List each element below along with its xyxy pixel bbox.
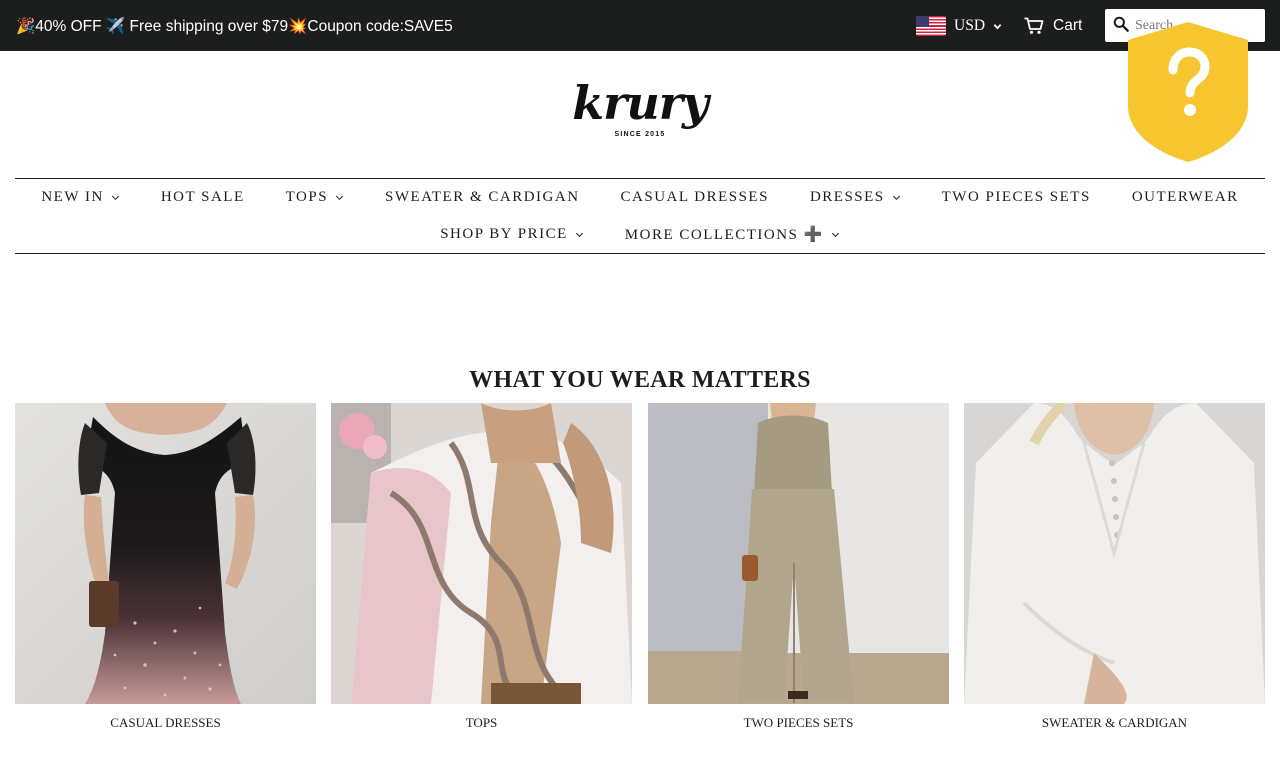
collection-image [964,403,1265,704]
announcement-bar: 🎉40% OFF ✈️ Free shipping over $79💥Coupo… [0,0,1280,51]
collection-label: SWEATER & CARDIGAN [1041,715,1188,730]
nav-item-dresses[interactable]: DRESSES [789,187,921,207]
collection-label: TOPS [465,715,498,730]
chevron-down-icon [993,23,1002,29]
cart-label: Cart [1053,17,1083,34]
currency-label: USD [954,17,986,34]
currency-selector[interactable]: USD [916,14,1002,38]
main-navigation: NEW IN HOT SALE TOPS SWEATER & CARDIGAN … [15,178,1265,254]
nav-item-outerwear[interactable]: OUTERWEAR [1111,187,1259,207]
cart-link[interactable]: Cart [1024,14,1082,38]
featured-collections-title: WHAT YOU WEAR MATTERS [469,367,811,393]
announcement-text: 🎉40% OFF ✈️ Free shipping over $79💥Coupo… [16,18,453,35]
collection-label: CASUAL DRESSES [110,715,221,730]
chevron-down-icon [892,195,900,200]
nav-item-tops[interactable]: TOPS [265,187,364,207]
chevron-down-icon [111,195,119,200]
logo-wordmark: krury [572,76,709,130]
collection-card-two-pieces-sets[interactable]: TWO PIECES SETS [648,403,949,733]
nav-item-hot-sale[interactable]: HOT SALE [140,187,265,207]
nav-item-two-pieces-sets[interactable]: TWO PIECES SETS [921,187,1111,207]
nav-item-shop-by-price[interactable]: SHOP BY PRICE [420,224,605,244]
question-shield-icon[interactable] [1126,20,1250,164]
nav-row-secondary: SHOP BY PRICE MORE COLLECTIONS ➕ [15,224,1265,244]
nav-item-sweater-cardigan[interactable]: SWEATER & CARDIGAN [365,187,601,207]
nav-item-new-in[interactable]: NEW IN [21,187,140,207]
collection-label: TWO PIECES SETS [743,715,854,730]
collection-card-sweater-cardigan[interactable]: SWEATER & CARDIGAN [964,403,1265,733]
collection-card-casual-dresses[interactable]: CASUAL DRESSES [15,403,316,733]
chevron-down-icon [831,232,839,237]
nav-item-casual-dresses[interactable]: CASUAL DRESSES [600,187,789,207]
collection-card-tops[interactable]: TOPS [331,403,632,733]
chevron-down-icon [336,195,344,200]
collection-image [15,403,316,704]
collection-image [331,403,632,704]
nav-item-more-collections[interactable]: MORE COLLECTIONS ➕ [604,224,860,244]
us-flag-icon [916,16,946,36]
site-logo[interactable]: krury SINCE 2015 [570,72,710,154]
chevron-down-icon [575,232,583,237]
collection-image [648,403,949,704]
cart-icon [1024,17,1044,34]
nav-row-primary: NEW IN HOT SALE TOPS SWEATER & CARDIGAN … [15,187,1265,207]
